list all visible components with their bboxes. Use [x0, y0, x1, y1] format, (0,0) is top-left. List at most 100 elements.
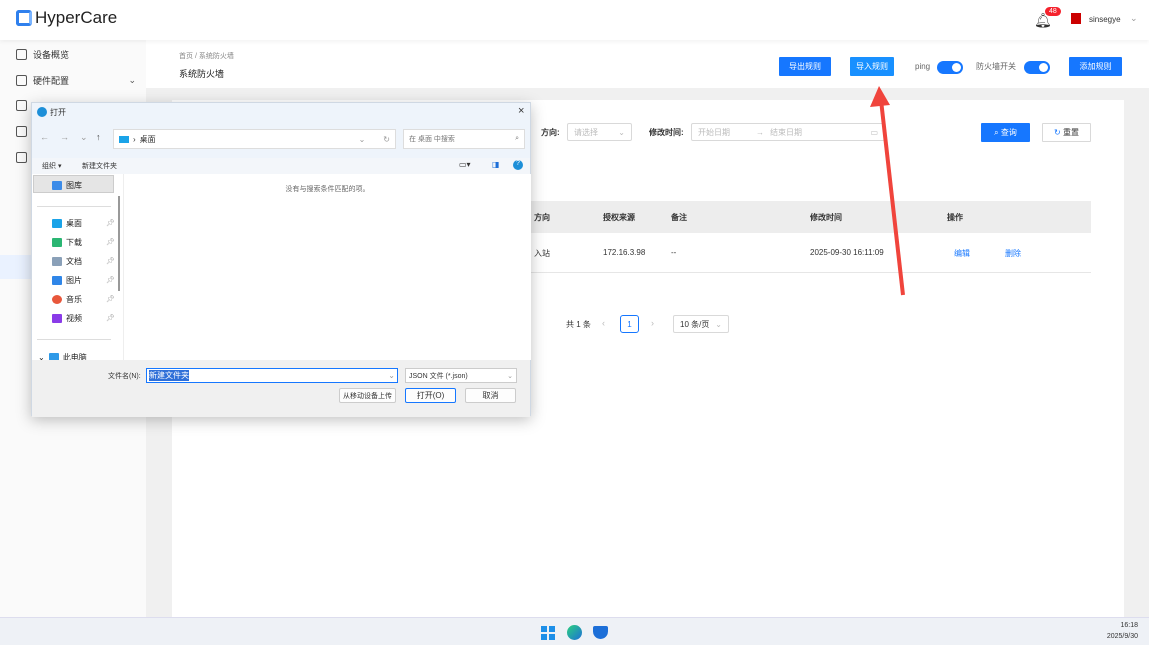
th-note: 备注	[671, 213, 687, 222]
chevron-down-icon: ⌄	[715, 319, 722, 329]
nav-desktop[interactable]: 桌面	[52, 218, 82, 229]
sidebar-item-hardware[interactable]: 硬件配置 ⌄	[16, 74, 136, 87]
filename-input[interactable]: 新建文件夹 ⌄	[146, 368, 398, 383]
cancel-button[interactable]: 取消	[465, 388, 516, 403]
breadcrumb: 首页 / 系统防火墙	[179, 51, 234, 61]
help-icon[interactable]: ?	[513, 160, 523, 170]
username[interactable]: sinsegye	[1089, 15, 1121, 24]
edge-icon	[37, 107, 47, 117]
firewall-toggle-label: 防火墙开关	[976, 62, 1016, 71]
chevron-down-icon[interactable]: ⌄	[359, 135, 366, 144]
chevron-down-icon[interactable]: ⌄	[388, 371, 395, 380]
reset-button[interactable]: ↻ 重置	[1042, 123, 1091, 142]
breadcrumb-sep: /	[194, 53, 197, 60]
sidebar-item-label: 设备概览	[33, 50, 70, 60]
filetype-select[interactable]: JSON 文件 (*.json) ⌄	[405, 368, 517, 383]
user-avatar[interactable]	[1071, 13, 1081, 24]
preview-pane-icon[interactable]: ◨	[492, 160, 500, 169]
clock-date[interactable]: 2025/9/30	[1100, 633, 1138, 640]
pin-icon: 📌︎	[106, 315, 115, 322]
page-header: 首页 / 系统防火墙 系统防火墙 导出规则 导入规则 ping 防火墙开关 添加…	[146, 40, 1149, 88]
prev-page-icon[interactable]: ‹	[602, 318, 605, 328]
chevron-down-icon: ⌄	[618, 127, 625, 137]
empty-message: 没有与搜索条件匹配的项。	[285, 186, 370, 193]
arrow-head	[870, 86, 890, 107]
address-bar[interactable]: › 桌面 ⌄ ↻	[113, 129, 396, 149]
import-rules-button[interactable]: 导入规则	[850, 57, 894, 76]
network-icon	[16, 100, 27, 111]
filename-value: 新建文件夹	[149, 370, 189, 381]
breadcrumb-home[interactable]: 首页	[179, 53, 193, 60]
th-time: 修改时间	[810, 213, 842, 222]
nav-scrollbar[interactable]	[118, 196, 120, 291]
close-icon[interactable]: ×	[518, 105, 524, 117]
direction-select[interactable]: 请选择 ⌄	[567, 123, 632, 141]
next-page-icon[interactable]: ›	[651, 318, 654, 328]
up-icon[interactable]: ↑	[96, 132, 101, 142]
new-folder-button[interactable]: 新建文件夹	[82, 161, 117, 171]
app-icon[interactable]	[593, 626, 608, 639]
nav-label: 文档	[66, 257, 82, 266]
edge-browser-icon[interactable]	[567, 625, 582, 640]
arrow-icon: →	[756, 127, 764, 137]
end-date[interactable]: 结束日期	[770, 127, 802, 138]
page-size-select[interactable]: 10 条/页 ⌄	[673, 315, 729, 333]
organize-menu[interactable]: 组织 ▾	[42, 161, 61, 171]
edit-link[interactable]: 编辑	[954, 248, 970, 259]
settings-icon	[16, 152, 27, 163]
date-range-picker[interactable]: 开始日期 → 结束日期 ▭	[691, 123, 885, 141]
app-title: HyperCare	[35, 8, 118, 27]
start-date[interactable]: 开始日期	[698, 127, 730, 138]
cell-direction: 入站	[534, 249, 550, 258]
th-source: 授权来源	[603, 213, 635, 222]
back-icon[interactable]: ←	[40, 132, 49, 142]
breadcrumb-current: 系统防火墙	[198, 53, 234, 60]
nav-music[interactable]: 音乐	[52, 294, 82, 305]
delete-link[interactable]: 删除	[1005, 248, 1021, 259]
app-logo[interactable]: HyperCare	[16, 8, 117, 28]
ping-label: ping	[915, 62, 931, 71]
picture-icon	[52, 276, 62, 285]
recent-chevron-icon[interactable]: ⌄	[80, 132, 88, 143]
music-icon	[52, 295, 62, 304]
nav-pictures[interactable]: 图片	[52, 275, 82, 286]
sidebar-item-overview[interactable]: 设备概览	[16, 48, 136, 61]
search-button[interactable]: ⌕ 查询	[981, 123, 1030, 142]
nav-label: 图库	[66, 181, 82, 190]
ping-toggle[interactable]	[937, 61, 963, 74]
chevron-down-icon[interactable]: ⌄	[1130, 13, 1138, 24]
export-rules-button[interactable]: 导出规则	[779, 57, 831, 76]
refresh-icon[interactable]: ↻	[383, 135, 390, 144]
dialog-search-input[interactable]: 在 桌面 中搜索 ⌕	[403, 129, 525, 149]
nav-pane: 图库 桌面 下载 文档 图片 音乐 视频 📌︎ 📌︎ 📌︎ 📌︎ 📌︎ 📌︎ ⌄…	[32, 174, 124, 362]
firewall-toggle[interactable]	[1024, 61, 1050, 74]
clock-time[interactable]: 16:18	[1118, 622, 1138, 629]
nav-videos[interactable]: 视频	[52, 313, 82, 324]
document-icon	[52, 257, 62, 266]
pin-icon: 📌︎	[106, 277, 115, 284]
nav-downloads[interactable]: 下载	[52, 237, 82, 248]
search-label: 查询	[1000, 128, 1017, 137]
nav-label: 音乐	[66, 295, 82, 304]
add-rule-button[interactable]: 添加规则	[1069, 57, 1122, 76]
file-list: 没有与搜索条件匹配的项。	[124, 174, 531, 360]
th-actions: 操作	[947, 213, 963, 222]
filetype-value: JSON 文件 (*.json)	[409, 372, 468, 380]
nav-gallery[interactable]: 图库	[52, 180, 82, 191]
view-icon[interactable]: ▭▾	[459, 160, 471, 169]
page-size-value: 10 条/页	[680, 319, 710, 329]
windows-start-icon[interactable]	[541, 626, 555, 640]
filename-label: 文件名(N):	[108, 373, 141, 380]
page-1[interactable]: 1	[620, 315, 639, 333]
open-button[interactable]: 打开(O)	[405, 388, 456, 403]
dialog-toolbar: 组织 ▾ 新建文件夹 ▭▾ ◨ ?	[32, 158, 530, 174]
forward-icon[interactable]: →	[60, 132, 69, 142]
security-icon	[16, 126, 27, 137]
upload-from-device-button[interactable]: 从移动设备上传	[339, 388, 396, 403]
search-icon: ⌕	[515, 135, 519, 142]
taskbar: 16:18 2025/9/30	[0, 617, 1149, 645]
grid-icon	[16, 49, 27, 60]
nav-documents[interactable]: 文档	[52, 256, 82, 267]
th-direction: 方向	[534, 213, 550, 222]
top-header: HyperCare 🔔︎ 48 sinsegye ⌄	[0, 0, 1149, 40]
